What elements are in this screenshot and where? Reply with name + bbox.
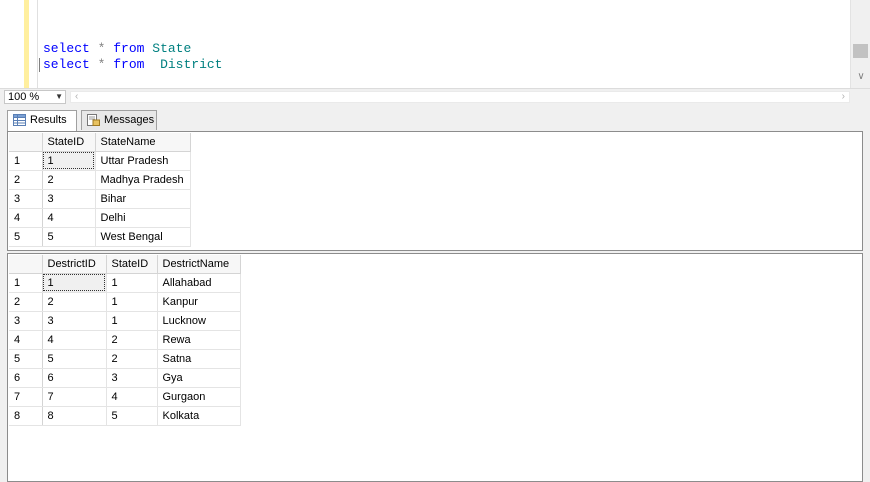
cell[interactable]: 5: [42, 349, 107, 369]
cell[interactable]: 1: [42, 151, 96, 171]
row-number[interactable]: 2: [9, 292, 43, 312]
cell[interactable]: Madhya Pradesh: [95, 170, 191, 190]
cell[interactable]: 3: [42, 311, 107, 331]
cell[interactable]: 8: [42, 406, 107, 426]
tab-results-label: Results: [30, 114, 67, 126]
table-row[interactable]: 8 8 5 Kolkata: [9, 406, 241, 426]
cell[interactable]: 2: [106, 330, 158, 350]
row-number[interactable]: 4: [9, 208, 43, 228]
column-header[interactable]: StateID: [42, 133, 96, 152]
table-row[interactable]: 4 4 Delhi: [9, 208, 191, 228]
result-grid-state[interactable]: StateID StateName 1 1 Uttar Pradesh 2 2 …: [7, 131, 863, 251]
cell[interactable]: 2: [106, 349, 158, 369]
cell[interactable]: Gurgaon: [157, 387, 241, 407]
row-number[interactable]: 3: [9, 311, 43, 331]
column-header[interactable]: StateName: [95, 133, 191, 152]
cell[interactable]: Bihar: [95, 189, 191, 209]
cell[interactable]: Lucknow: [157, 311, 241, 331]
district-table: DestrictID StateID DestrictName 1 1 1 Al…: [9, 255, 241, 426]
table-header-row: DestrictID StateID DestrictName: [9, 255, 241, 274]
cell[interactable]: 2: [42, 170, 96, 190]
cell[interactable]: Kolkata: [157, 406, 241, 426]
table-row[interactable]: 6 6 3 Gya: [9, 368, 241, 388]
row-number[interactable]: 4: [9, 330, 43, 350]
cell[interactable]: Satna: [157, 349, 241, 369]
cell[interactable]: Allahabad: [157, 273, 241, 293]
editor-horizontal-scrollbar[interactable]: ‹ ›: [70, 91, 850, 103]
row-number-header[interactable]: [9, 133, 43, 152]
dropdown-arrow-icon[interactable]: ▼: [55, 91, 63, 103]
table-row[interactable]: 4 4 2 Rewa: [9, 330, 241, 350]
cell[interactable]: 3: [42, 189, 96, 209]
editor-gutter: [0, 0, 24, 88]
cell[interactable]: 3: [106, 368, 158, 388]
results-panel: Results Messages StateID StateName 1 1 U…: [0, 105, 870, 482]
text-cursor: [39, 58, 40, 72]
cell[interactable]: 7: [42, 387, 107, 407]
table-row[interactable]: 1 1 Uttar Pradesh: [9, 151, 191, 171]
row-number[interactable]: 7: [9, 387, 43, 407]
row-number[interactable]: 1: [9, 273, 43, 293]
cell[interactable]: 5: [42, 227, 96, 247]
result-grid-district[interactable]: DestrictID StateID DestrictName 1 1 1 Al…: [7, 253, 863, 482]
cell[interactable]: 4: [42, 208, 96, 228]
tab-messages-label: Messages: [104, 114, 155, 126]
tab-results[interactable]: Results: [7, 110, 77, 131]
cell[interactable]: Gya: [157, 368, 241, 388]
cell[interactable]: 5: [106, 406, 158, 426]
zoom-bar: 100 % ▼ ‹ ›: [0, 88, 870, 105]
cell[interactable]: 2: [42, 292, 107, 312]
cell[interactable]: 1: [42, 273, 107, 293]
cell[interactable]: Uttar Pradesh: [95, 151, 191, 171]
cell[interactable]: 6: [42, 368, 107, 388]
tab-messages[interactable]: Messages: [81, 110, 157, 130]
row-number-header[interactable]: [9, 255, 43, 274]
column-header[interactable]: DestrictID: [42, 255, 107, 274]
row-number[interactable]: 1: [9, 151, 43, 171]
cell[interactable]: 4: [42, 330, 107, 350]
table-row[interactable]: 5 5 2 Satna: [9, 349, 241, 369]
scroll-left-icon[interactable]: ‹: [75, 91, 78, 102]
row-number[interactable]: 8: [9, 406, 43, 426]
cell[interactable]: 4: [106, 387, 158, 407]
query-editor[interactable]: select * from State select * from Distri…: [0, 0, 870, 88]
table-row[interactable]: 2 2 Madhya Pradesh: [9, 170, 191, 190]
row-number[interactable]: 5: [9, 227, 43, 247]
column-header[interactable]: StateID: [106, 255, 158, 274]
cell[interactable]: Delhi: [95, 208, 191, 228]
table-row[interactable]: 3 3 1 Lucknow: [9, 311, 241, 331]
row-number[interactable]: 6: [9, 368, 43, 388]
table-row[interactable]: 1 1 1 Allahabad: [9, 273, 241, 293]
cell[interactable]: 1: [106, 311, 158, 331]
editor-vertical-scrollbar[interactable]: ∨: [850, 0, 870, 88]
cell[interactable]: Kanpur: [157, 292, 241, 312]
row-number[interactable]: 5: [9, 349, 43, 369]
code-line-2[interactable]: select * from District: [43, 57, 223, 72]
cell[interactable]: 1: [106, 292, 158, 312]
table-row[interactable]: 5 5 West Bengal: [9, 227, 191, 247]
code-line-1[interactable]: select * from State: [43, 41, 191, 56]
messages-icon: [87, 114, 100, 126]
cell[interactable]: West Bengal: [95, 227, 191, 247]
change-margin: [24, 0, 29, 88]
chevron-down-icon[interactable]: ∨: [856, 72, 866, 82]
table-row[interactable]: 2 2 1 Kanpur: [9, 292, 241, 312]
row-number[interactable]: 2: [9, 170, 43, 190]
table-row[interactable]: 7 7 4 Gurgaon: [9, 387, 241, 407]
state-table: StateID StateName 1 1 Uttar Pradesh 2 2 …: [9, 133, 191, 247]
table-row[interactable]: 3 3 Bihar: [9, 189, 191, 209]
scroll-right-icon[interactable]: ›: [842, 91, 845, 102]
zoom-value: 100 %: [8, 91, 40, 103]
cell[interactable]: 1: [106, 273, 158, 293]
table-header-row: StateID StateName: [9, 133, 191, 152]
zoom-dropdown[interactable]: 100 % ▼: [4, 90, 66, 104]
grid-icon: [13, 114, 26, 126]
outline-line: [37, 0, 38, 88]
scroll-thumb[interactable]: [853, 44, 868, 58]
row-number[interactable]: 3: [9, 189, 43, 209]
cell[interactable]: Rewa: [157, 330, 241, 350]
column-header[interactable]: DestrictName: [157, 255, 241, 274]
